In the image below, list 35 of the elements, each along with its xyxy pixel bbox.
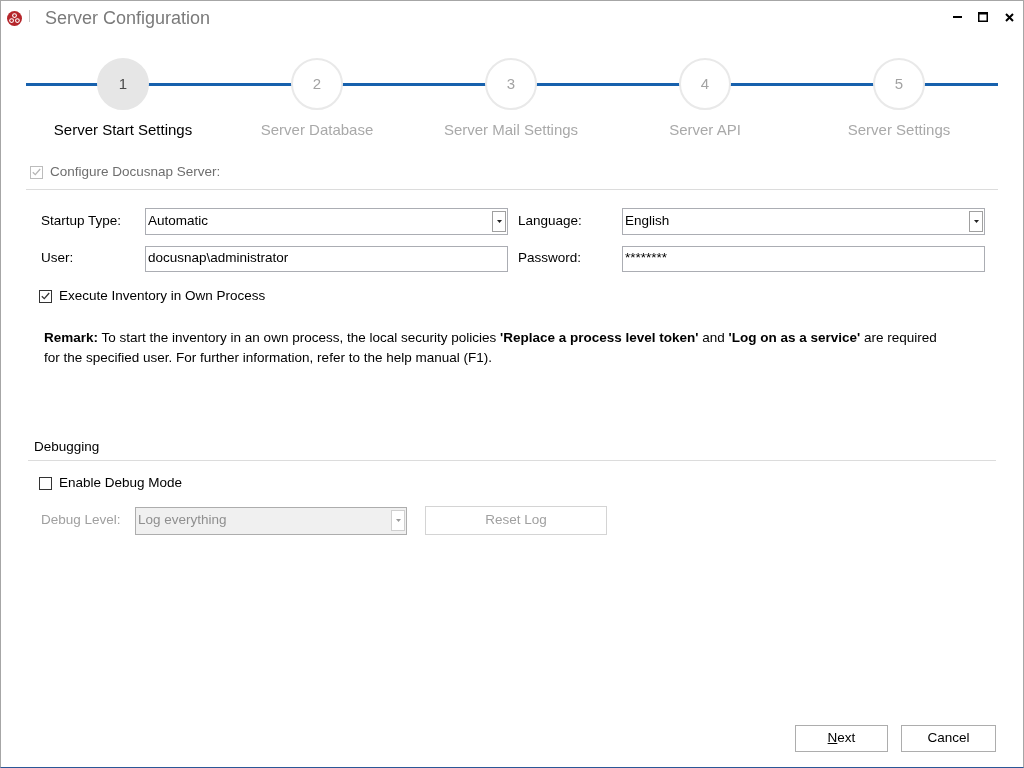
close-icon <box>1004 12 1014 22</box>
text-field[interactable]: docusnap\administrator <box>145 245 508 272</box>
checkmark-icon <box>41 292 50 300</box>
field-label: Language: <box>518 212 583 231</box>
minimize-icon <box>952 16 962 18</box>
dialog-button[interactable]: Next <box>795 725 888 752</box>
app-logo-icon <box>7 10 22 26</box>
caret-icon <box>395 519 401 522</box>
window-title: Server Configuration <box>45 7 211 30</box>
caret-icon <box>973 220 979 223</box>
dropdown[interactable]: Automatic <box>145 208 508 235</box>
remark-text: Remark: To start the inventory in an own process, the local security policies 'Replace a process level token' and 'Log on as a service' are required for the specified user. For further information, refer to the help manual (F1). <box>44 329 938 367</box>
dropdown[interactable]: English <box>622 208 985 235</box>
dialog-button[interactable]: Cancel <box>901 725 996 752</box>
field-label: Password: <box>518 249 583 268</box>
checkbox[interactable] <box>39 476 52 490</box>
checkbox-label: Enable Debug Mode <box>59 474 183 492</box>
step-label: Server Start Settings <box>53 120 193 140</box>
checkbox-label: Configure Docusnap Server: <box>50 163 221 181</box>
field-label: User: <box>41 249 75 268</box>
checkbox-label: Execute Inventory in Own Process <box>59 287 266 305</box>
checkmark-icon <box>32 168 41 176</box>
step-label: Server Database <box>260 120 374 140</box>
caret-icon <box>496 220 502 223</box>
field-label: Startup Type: <box>41 212 123 231</box>
step-label: Server Settings <box>847 120 951 140</box>
dropdown-button[interactable] <box>492 211 506 232</box>
maximize-icon <box>978 12 988 22</box>
dropdown-button[interactable] <box>969 211 983 232</box>
step-label: Server Mail Settings <box>443 120 579 140</box>
section-heading: Debugging <box>34 438 100 456</box>
field-label: Debug Level: <box>41 511 122 530</box>
checkbox[interactable] <box>39 289 52 303</box>
text-field[interactable]: ******** <box>622 245 985 272</box>
step-label: Server API <box>669 120 741 140</box>
